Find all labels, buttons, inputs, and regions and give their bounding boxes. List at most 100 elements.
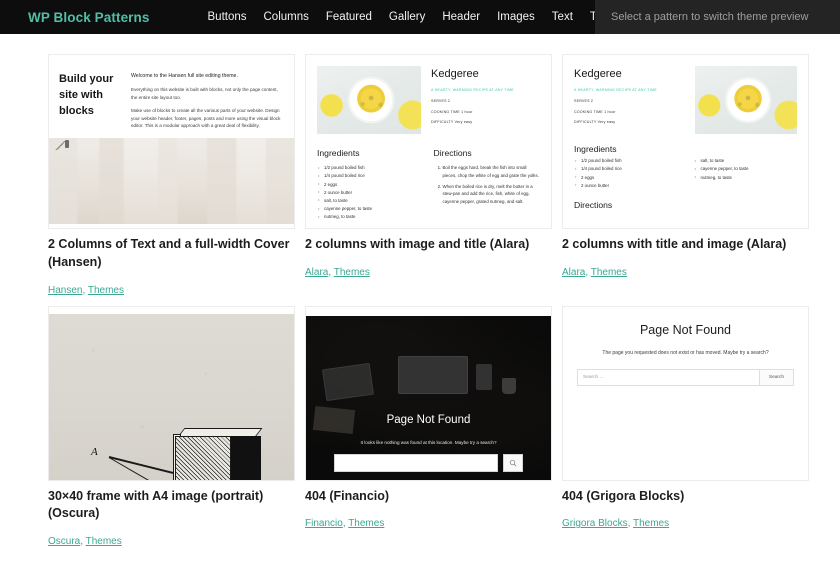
directions-list: Boil the eggs hard, break the fish into … bbox=[434, 164, 541, 206]
list-item: 2 ounce butter bbox=[574, 181, 678, 190]
recipe-title: Kedgeree bbox=[574, 68, 622, 80]
pattern-preview[interactable]: Kedgeree A HEARTY, WARMING RECIPE AT ANY… bbox=[562, 54, 809, 229]
diagram-box-icon bbox=[173, 427, 267, 480]
pattern-card[interactable]: Page Not Found It looks like nothing was… bbox=[305, 305, 552, 550]
hansen-text-column: Welcome to the Hansen full site editing … bbox=[131, 72, 284, 130]
ingredients-list: 1/2 pound boiled fish 1/4 pound boiled r… bbox=[574, 157, 678, 190]
pattern-card[interactable]: Page Not Found The page you requested do… bbox=[562, 305, 809, 550]
pattern-card[interactable]: Kedgeree A HEARTY, WARMING RECIPE AT ANY… bbox=[562, 54, 809, 298]
ingredients-heading: Ingredients bbox=[574, 144, 617, 154]
taxonomy-link[interactable]: Financio bbox=[305, 518, 343, 529]
search-row bbox=[334, 453, 523, 472]
list-item: salt, to taste bbox=[694, 157, 798, 165]
taxonomy-link[interactable]: Hansen bbox=[48, 285, 82, 296]
recipe-meta-column: Kedgeree A HEARTY, WARMING RECIPE AT ANY… bbox=[574, 66, 685, 134]
recipe-image bbox=[317, 66, 421, 134]
oscura-preview: A bbox=[49, 306, 294, 480]
directions-heading: Directions bbox=[574, 199, 613, 210]
taxonomy-link[interactable]: Alara bbox=[305, 267, 328, 278]
list-item: 1/4 pound boiled rice bbox=[574, 165, 678, 173]
pattern-card[interactable]: A 30×40 frame with A4 image (portrait) (… bbox=[48, 305, 295, 550]
recipe-tagline: A HEARTY, WARMING RECIPE AT ANY TIME bbox=[574, 88, 657, 93]
recipe-bottom-columns: Ingredients 1/2 pound boiled fish 1/4 po… bbox=[317, 138, 540, 221]
pattern-title: 2 Columns of Text and a full-width Cover… bbox=[48, 237, 290, 269]
laptop-prop-icon bbox=[398, 355, 468, 394]
search-button[interactable] bbox=[503, 453, 523, 472]
tablet-prop-icon bbox=[322, 362, 374, 401]
pattern-card[interactable]: Build your site with blocks Welcome to t… bbox=[48, 54, 295, 298]
pattern-taxonomy: Financio, Themes bbox=[305, 518, 385, 530]
figure-label: A bbox=[91, 445, 98, 458]
nav-item-gallery[interactable]: Gallery bbox=[389, 11, 425, 23]
list-item: 2 ounce butter bbox=[317, 188, 424, 197]
ingredients-column: Ingredients 1/2 pound boiled fish 1/4 po… bbox=[317, 138, 424, 221]
recipe-serves: SERVES 2 bbox=[431, 98, 451, 103]
taxonomy-link[interactable]: Themes bbox=[334, 267, 370, 278]
theme-preview-note: Select a pattern to switch theme preview bbox=[595, 0, 840, 34]
recipe-difficulty: DIFFICULTY Very easy bbox=[574, 120, 616, 125]
list-item: cayenne pepper, to taste bbox=[317, 205, 424, 213]
list-item: 2 eggs bbox=[317, 180, 424, 189]
pattern-preview[interactable]: A bbox=[48, 305, 295, 481]
error-heading: Page Not Found bbox=[386, 413, 471, 426]
site-brand[interactable]: WP Block Patterns bbox=[0, 0, 150, 34]
pattern-taxonomy: Alara, Themes bbox=[305, 266, 370, 278]
nav-item-text[interactable]: Text bbox=[552, 11, 573, 23]
taxonomy-link[interactable]: Themes bbox=[348, 518, 384, 529]
ingredients-list: 1/2 pound boiled fish 1/4 pound boiled r… bbox=[317, 164, 424, 221]
recipe-serves: SERVES 2 bbox=[574, 98, 594, 103]
nav-item-featured[interactable]: Featured bbox=[326, 11, 372, 23]
pattern-preview[interactable]: Kedgeree A HEARTY, WARMING RECIPE AT ANY… bbox=[305, 54, 552, 229]
pattern-card[interactable]: Kedgeree A HEARTY, WARMING RECIPE AT ANY… bbox=[305, 54, 552, 298]
pattern-preview[interactable]: Build your site with blocks Welcome to t… bbox=[48, 54, 295, 229]
list-item: 2 eggs bbox=[574, 173, 678, 182]
hansen-preview: Build your site with blocks Welcome to t… bbox=[49, 55, 294, 224]
search-input[interactable]: Search … bbox=[577, 368, 760, 386]
pattern-title: 2 columns with title and image (Alara) bbox=[562, 237, 787, 251]
list-item: 1/2 pound boiled fish bbox=[574, 157, 678, 165]
pattern-preview[interactable]: Page Not Found The page you requested do… bbox=[562, 305, 809, 481]
taxonomy-link[interactable]: Grigora Blocks bbox=[562, 518, 628, 529]
nav-item-header[interactable]: Header bbox=[442, 11, 480, 23]
recipe-difficulty: DIFFICULTY Very easy bbox=[431, 120, 473, 125]
diagram-wedge-icon bbox=[101, 452, 175, 480]
nav-item-images[interactable]: Images bbox=[497, 11, 535, 23]
hansen-heading: Build your site with blocks bbox=[59, 73, 114, 117]
ingredients-heading: Ingredients bbox=[317, 148, 360, 158]
nav-item-columns[interactable]: Columns bbox=[264, 11, 309, 23]
recipe-cooking-time: COOKING TIME 1 hour bbox=[431, 109, 473, 114]
hansen-cover-image bbox=[49, 137, 294, 224]
recipe-top-columns: Kedgeree A HEARTY, WARMING RECIPE AT ANY… bbox=[317, 66, 540, 134]
financio-404-preview: Page Not Found It looks like nothing was… bbox=[306, 306, 551, 480]
cup-prop-icon bbox=[502, 377, 516, 394]
taxonomy-link[interactable]: Alara bbox=[562, 267, 585, 278]
recipe-image bbox=[695, 66, 797, 134]
taxonomy-link[interactable]: Themes bbox=[633, 518, 669, 529]
pattern-preview[interactable]: Page Not Found It looks like nothing was… bbox=[305, 305, 552, 481]
taxonomy-link[interactable]: Themes bbox=[86, 536, 122, 547]
hero-image: Page Not Found It looks like nothing was… bbox=[306, 315, 551, 480]
search-input[interactable] bbox=[334, 453, 498, 472]
pattern-title: 2 columns with image and title (Alara) bbox=[305, 237, 530, 251]
list-item: Boil the eggs hard, break the fish into … bbox=[443, 164, 541, 179]
search-icon bbox=[509, 459, 517, 466]
taxonomy-link[interactable]: Themes bbox=[88, 285, 124, 296]
list-item: salt, to taste bbox=[317, 196, 424, 205]
hansen-lead: Welcome to the Hansen full site editing … bbox=[131, 73, 238, 79]
patterns-grid: Build your site with blocks Welcome to t… bbox=[0, 34, 840, 549]
error-subtext: The page you requested does not exist or… bbox=[602, 349, 769, 356]
pattern-taxonomy: Hansen, Themes bbox=[48, 284, 124, 296]
directions-heading: Directions bbox=[433, 148, 472, 158]
list-item: 1/2 pound boiled fish bbox=[317, 164, 424, 172]
list-item: cayenne pepper, to taste bbox=[694, 165, 798, 173]
ingredients-list: salt, to taste cayenne pepper, to taste … bbox=[694, 157, 798, 190]
taxonomy-link[interactable]: Oscura bbox=[48, 536, 80, 547]
phone-prop-icon bbox=[476, 363, 492, 390]
recipe-tagline: A HEARTY, WARMING RECIPE AT ANY TIME bbox=[431, 88, 514, 93]
search-button[interactable]: Search bbox=[760, 368, 794, 386]
recipe-meta-column: Kedgeree A HEARTY, WARMING RECIPE AT ANY… bbox=[431, 66, 540, 134]
ingredients-columns: 1/2 pound boiled fish 1/4 pound boiled r… bbox=[574, 157, 797, 190]
error-subtext: It looks like nothing was found at this … bbox=[360, 439, 497, 445]
taxonomy-link[interactable]: Themes bbox=[591, 267, 627, 278]
nav-item-buttons[interactable]: Buttons bbox=[208, 11, 247, 23]
